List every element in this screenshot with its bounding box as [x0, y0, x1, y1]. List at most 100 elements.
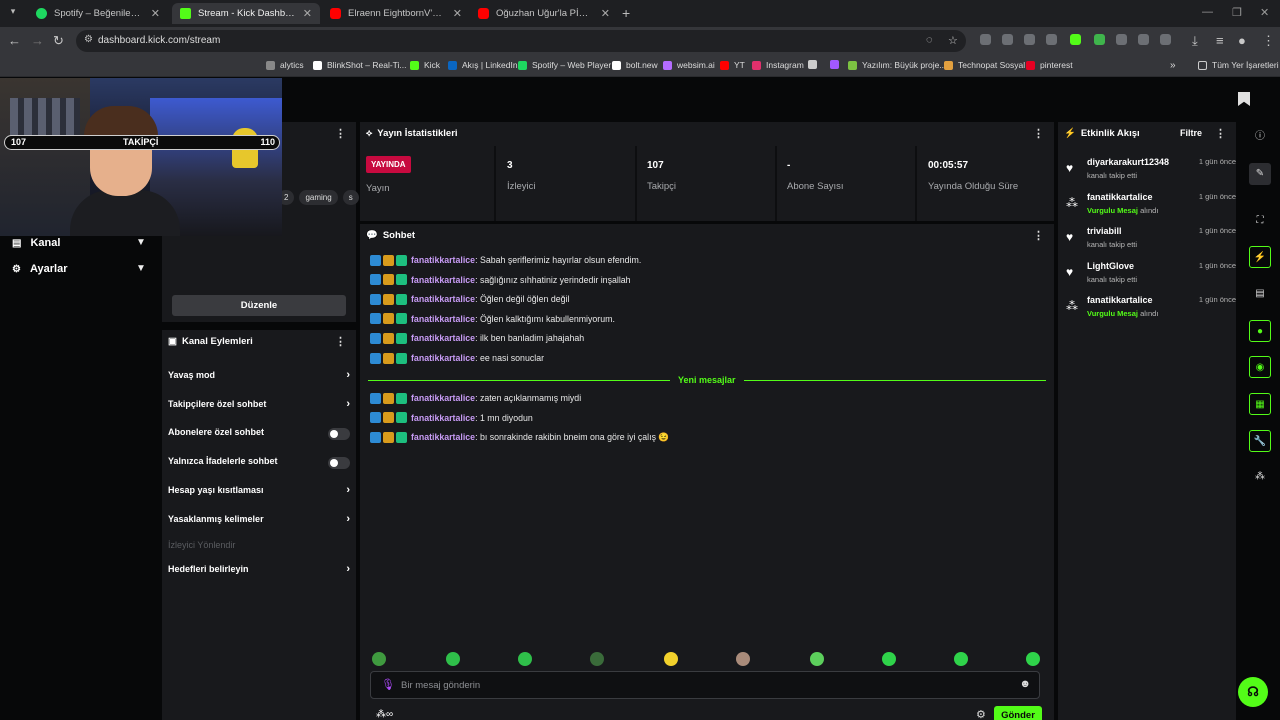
bookmarks-overflow-icon[interactable]: » — [1170, 60, 1176, 71]
close-tab-icon[interactable]: ✕ — [303, 7, 312, 20]
action-slow-mode[interactable]: Yavaş mod › — [168, 369, 350, 384]
chat-username[interactable]: fanatikkartalice — [411, 413, 475, 423]
chat-username[interactable]: fanatikkartalice — [411, 333, 475, 343]
tab-spotify[interactable]: Spotify – Beğenilen Şarkılar ✕ — [28, 3, 168, 24]
bookmark-star-icon[interactable]: ☆ — [948, 34, 958, 47]
forward-icon[interactable]: → — [31, 33, 44, 48]
bookmark-item[interactable]: Kick — [410, 60, 440, 70]
chat-message[interactable]: fanatikkartalice: Sabah şeriflerimiz hay… — [370, 253, 641, 267]
tag-chip[interactable]: s — [342, 190, 359, 205]
tab-kick-dashboard[interactable]: Stream - Kick Dashboard ✕ — [172, 3, 320, 24]
extension-icon[interactable] — [1046, 34, 1057, 45]
expand-icon[interactable]: ⛶ — [1249, 210, 1271, 232]
top-right-bookmark-icon[interactable] — [1238, 92, 1250, 106]
emotes-only-toggle[interactable] — [328, 457, 350, 469]
emote-icon[interactable] — [518, 652, 532, 666]
emote-icon[interactable] — [1026, 652, 1040, 666]
chevron-down-icon[interactable]: ▼ — [136, 263, 146, 274]
close-tab-icon[interactable]: ✕ — [601, 7, 610, 20]
action-followers-only[interactable]: Takipçilere özel sohbet › — [168, 398, 350, 413]
chat-message[interactable]: fanatikkartalice: Öğlen kalktığımı kabul… — [370, 312, 615, 326]
minimize-icon[interactable]: — — [1202, 6, 1213, 18]
broadcast-icon[interactable]: ◉ — [1249, 356, 1271, 378]
more-icon[interactable]: ⋮ — [1262, 33, 1275, 49]
chat-message[interactable]: fanatikkartalice: ilk ben banladim jahaj… — [370, 331, 584, 345]
bookmark-item[interactable] — [830, 60, 839, 69]
wrench-icon[interactable]: 🔧 — [1249, 430, 1271, 452]
site-info-icon[interactable]: ⚙ — [84, 34, 93, 45]
back-icon[interactable]: ← — [8, 33, 21, 48]
emote-icon[interactable] — [664, 652, 678, 666]
address-bar[interactable]: ⚙ dashboard.kick.com/stream ◌ ☆ — [76, 30, 966, 52]
emoji-picker-icon[interactable]: ☻ — [1019, 678, 1031, 690]
extension-icon[interactable] — [1116, 34, 1127, 45]
bookmark-item[interactable]: alytics — [266, 60, 304, 70]
close-tab-icon[interactable]: ✕ — [151, 7, 160, 20]
emote-icon[interactable] — [736, 652, 750, 666]
reload-icon[interactable]: ↻ — [53, 33, 64, 49]
chat-message[interactable]: fanatikkartalice: ee nasi sonuclar — [370, 351, 544, 365]
menu-list-icon[interactable]: ≡ — [1216, 33, 1224, 48]
extension-icon[interactable] — [1024, 34, 1035, 45]
tab-youtube-2[interactable]: Oğuzhan Uğur'la PİNÇ: Bölüm ✕ — [470, 3, 618, 24]
bookmark-item[interactable]: YT — [720, 60, 745, 70]
tab-youtube-1[interactable]: Elraenn EightbornV'da ki Fail Re ✕ — [322, 3, 470, 24]
emote-icon[interactable] — [954, 652, 968, 666]
event-item[interactable]: ♥ triviabill kanalı takip etti 1 gün önce — [1066, 226, 1236, 254]
close-window-icon[interactable]: ✕ — [1260, 6, 1269, 19]
new-tab-button[interactable]: + — [622, 5, 630, 21]
chat-message[interactable]: fanatikkartalice: 1 mn diyodun — [370, 411, 533, 425]
event-item[interactable]: ♥ LightGlove kanalı takip etti 1 gün önce — [1066, 261, 1236, 289]
chat-message[interactable]: fanatikkartalice: sağlığınız sıhhatiniz … — [370, 273, 631, 287]
chat-message[interactable]: fanatikkartalice: bı sonrakinde rakibin … — [370, 430, 669, 444]
bookmark-item[interactable]: Instagram — [752, 60, 804, 70]
sidebar-item-ayarlar[interactable]: ⚙ Ayarlar — [12, 263, 67, 275]
more-options-icon[interactable]: ⋮ — [1215, 127, 1226, 140]
event-item[interactable]: ⁂ fanatikkartalice Vurgulu Mesaj alındı 1 g… — [1066, 295, 1236, 323]
chat-tool-icon[interactable]: ● — [1249, 320, 1271, 342]
action-banned-words[interactable]: Yasaklanmış kelimeler › — [168, 513, 350, 528]
edit-pencil-icon[interactable]: ✎ — [1249, 163, 1271, 185]
layout-icon[interactable]: ▦ — [1249, 393, 1271, 415]
eye-off-icon[interactable]: ◌ — [926, 34, 933, 46]
bookmark-item[interactable] — [808, 60, 817, 69]
bookmark-item[interactable]: Yazılım: Büyük proje... — [848, 60, 946, 70]
bookmark-item[interactable]: Technopat Sosyal — [944, 60, 1025, 70]
kick-points-icon[interactable]: ⁂∞ — [376, 709, 393, 720]
tab-search-icon[interactable]: ▾ — [6, 6, 20, 20]
chat-username[interactable]: fanatikkartalice — [411, 275, 475, 285]
chat-username[interactable]: fanatikkartalice — [411, 353, 475, 363]
edit-button[interactable]: Düzenle — [172, 295, 346, 316]
maximize-icon[interactable]: ❐ — [1232, 6, 1242, 19]
emote-icon[interactable] — [882, 652, 896, 666]
emote-icon[interactable] — [446, 652, 460, 666]
extension-icon[interactable] — [980, 34, 991, 45]
info-icon[interactable]: ⓘ — [1249, 126, 1271, 148]
extension-icon[interactable] — [1138, 34, 1149, 45]
bookmark-item[interactable]: bolt.new — [612, 60, 658, 70]
extensions-puzzle-icon[interactable] — [1160, 34, 1171, 45]
subscribers-only-toggle[interactable] — [328, 428, 350, 440]
bookmark-item[interactable]: Akış | LinkedIn — [448, 60, 518, 70]
extension-icon[interactable] — [1094, 34, 1105, 45]
chat-message[interactable]: fanatikkartalice: zaten açıklanmamış miy… — [370, 391, 581, 405]
more-options-icon[interactable]: ⋮ — [335, 127, 346, 140]
kick-points-icon[interactable]: ⁂ — [1249, 466, 1271, 488]
bookmark-item[interactable]: Spotify – Web Player — [518, 60, 611, 70]
bookmark-item[interactable]: pinterest — [1026, 60, 1073, 70]
more-options-icon[interactable]: ⋮ — [1033, 127, 1044, 140]
lightning-tool-icon[interactable]: ⚡ — [1249, 246, 1271, 268]
event-item[interactable]: ♥ diyarkarakurt12348 kanalı takip etti 1 gü… — [1066, 157, 1236, 185]
chat-input[interactable]: 🎙 Bir mesaj gönderin ☻ — [370, 671, 1040, 699]
chat-username[interactable]: fanatikkartalice — [411, 255, 475, 265]
action-set-goals[interactable]: Hedefleri belirleyin › — [168, 563, 350, 578]
close-tab-icon[interactable]: ✕ — [453, 7, 462, 20]
chat-username[interactable]: fanatikkartalice — [411, 314, 475, 324]
bookmark-item[interactable]: websim.ai — [663, 60, 715, 70]
downloads-icon[interactable]: ⤓ — [1192, 33, 1198, 49]
chat-username[interactable]: fanatikkartalice — [411, 294, 475, 304]
help-support-icon[interactable]: ☊ — [1238, 677, 1268, 707]
chat-username[interactable]: fanatikkartalice — [411, 432, 475, 442]
chat-settings-icon[interactable]: ⚙ — [976, 708, 986, 720]
chat-username[interactable]: fanatikkartalice — [411, 393, 475, 403]
